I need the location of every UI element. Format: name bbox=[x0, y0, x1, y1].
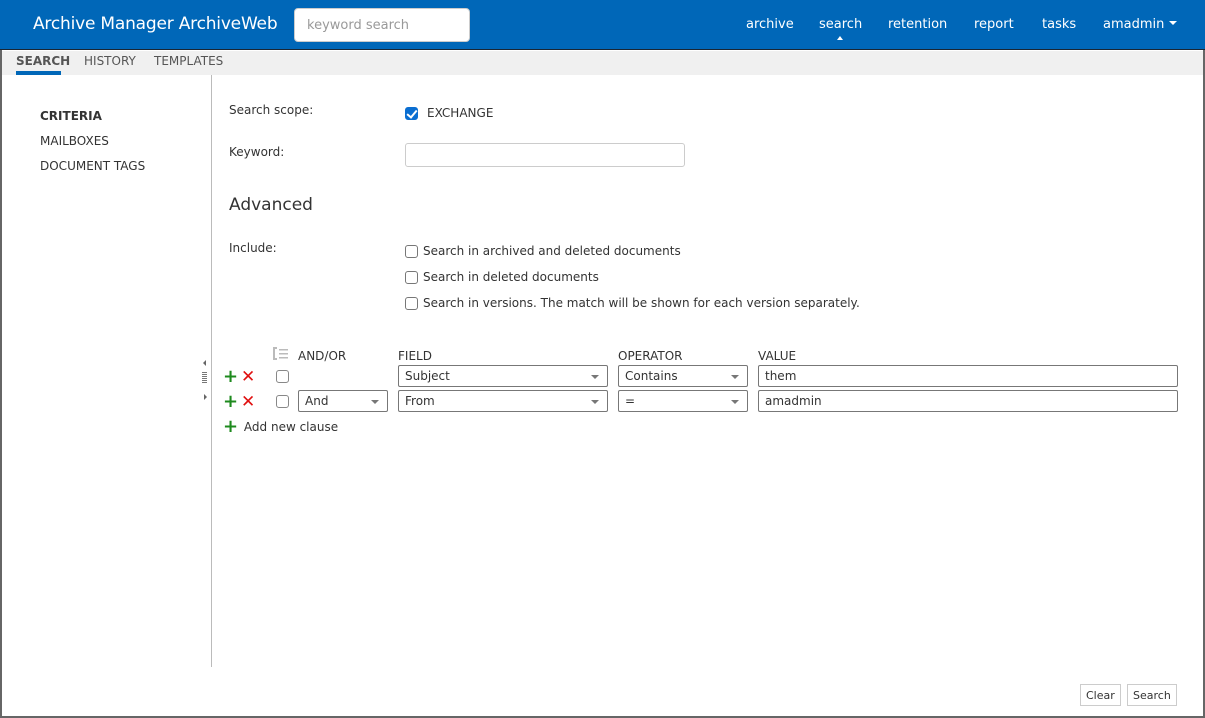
splitter-grip-icon bbox=[202, 360, 207, 400]
include-deleted-label: Search in deleted documents bbox=[423, 270, 599, 284]
include-archived-deleted-checkbox[interactable] bbox=[405, 245, 418, 258]
operator-select[interactable]: = bbox=[618, 390, 748, 412]
clause-select-checkbox[interactable] bbox=[276, 370, 289, 383]
operator-select[interactable]: Contains bbox=[618, 365, 748, 387]
add-new-clause-button[interactable]: + Add new clause bbox=[223, 416, 339, 437]
active-caret-icon bbox=[836, 36, 843, 40]
advanced-heading: Advanced bbox=[229, 195, 313, 215]
header-value: VALUE bbox=[758, 349, 797, 363]
app-title: Archive Manager ArchiveWeb bbox=[33, 14, 278, 34]
sub-tabs: SEARCH HISTORY TEMPLATES bbox=[2, 51, 1203, 75]
nav-archive[interactable]: archive bbox=[746, 17, 794, 32]
search-button[interactable]: Search bbox=[1127, 684, 1177, 706]
panel-splitter[interactable] bbox=[201, 360, 209, 400]
keyword-label: Keyword: bbox=[229, 145, 285, 159]
user-name: amadmin bbox=[1103, 17, 1165, 32]
keyword-field[interactable] bbox=[405, 143, 685, 167]
keyword-search-input[interactable] bbox=[294, 8, 470, 42]
add-clause-icon[interactable]: + bbox=[223, 368, 238, 386]
clear-button[interactable]: Clear bbox=[1080, 684, 1121, 706]
clause-select-checkbox[interactable] bbox=[276, 395, 289, 408]
chevron-down-icon bbox=[1169, 21, 1178, 25]
nav-report[interactable]: report bbox=[974, 17, 1014, 32]
remove-clause-icon[interactable]: ✕ bbox=[241, 369, 255, 386]
operator-select-value: Contains bbox=[625, 369, 678, 383]
include-versions-label: Search in versions. The match will be sh… bbox=[423, 296, 860, 310]
tab-history[interactable]: HISTORY bbox=[84, 54, 136, 68]
tab-templates[interactable]: TEMPLATES bbox=[154, 54, 223, 68]
dropdown-arrow-icon bbox=[591, 375, 599, 379]
sidebar-item-criteria[interactable]: CRITERIA bbox=[40, 109, 102, 123]
andor-select-value: And bbox=[305, 394, 329, 408]
dropdown-arrow-icon bbox=[371, 400, 379, 404]
plus-icon: + bbox=[223, 416, 239, 437]
exchange-checkbox[interactable] bbox=[405, 107, 418, 120]
tab-search[interactable]: SEARCH bbox=[16, 54, 70, 68]
dropdown-arrow-icon bbox=[731, 375, 739, 379]
field-select-value: Subject bbox=[405, 369, 450, 383]
header-field: FIELD bbox=[398, 349, 432, 363]
field-select[interactable]: Subject bbox=[398, 365, 608, 387]
remove-clause-icon[interactable]: ✕ bbox=[241, 394, 255, 411]
user-menu[interactable]: amadmin bbox=[1103, 17, 1178, 32]
include-archived-deleted-label: Search in archived and deleted documents bbox=[423, 244, 681, 258]
sidebar-item-mailboxes[interactable]: MAILBOXES bbox=[40, 134, 109, 148]
select-all-list-icon[interactable] bbox=[273, 347, 289, 361]
nav-search-label: search bbox=[819, 17, 863, 32]
header-operator: OPERATOR bbox=[618, 349, 683, 363]
include-label: Include: bbox=[229, 241, 277, 255]
dropdown-arrow-icon bbox=[591, 400, 599, 404]
criteria-sidebar: CRITERIA MAILBOXES DOCUMENT TAGS bbox=[2, 75, 212, 667]
top-header: Archive Manager ArchiveWeb archive searc… bbox=[0, 0, 1205, 50]
header-andor: AND/OR bbox=[298, 349, 347, 363]
andor-select[interactable]: And bbox=[298, 390, 388, 412]
dropdown-arrow-icon bbox=[731, 400, 739, 404]
sidebar-item-document-tags[interactable]: DOCUMENT TAGS bbox=[40, 159, 145, 173]
include-versions-checkbox[interactable] bbox=[405, 297, 418, 310]
nav-tasks[interactable]: tasks bbox=[1042, 17, 1076, 32]
nav-retention[interactable]: retention bbox=[888, 17, 947, 32]
include-deleted-checkbox[interactable] bbox=[405, 271, 418, 284]
add-new-clause-label: Add new clause bbox=[243, 420, 339, 434]
operator-select-value: = bbox=[625, 394, 636, 408]
nav-search[interactable]: search bbox=[819, 17, 863, 40]
search-scope-label: Search scope: bbox=[229, 103, 314, 117]
add-clause-icon[interactable]: + bbox=[223, 393, 238, 411]
field-select-value: From bbox=[405, 394, 435, 408]
value-input[interactable]: amadmin bbox=[758, 390, 1178, 412]
value-input[interactable]: them bbox=[758, 365, 1178, 387]
exchange-label: EXCHANGE bbox=[427, 106, 494, 120]
field-select[interactable]: From bbox=[398, 390, 608, 412]
